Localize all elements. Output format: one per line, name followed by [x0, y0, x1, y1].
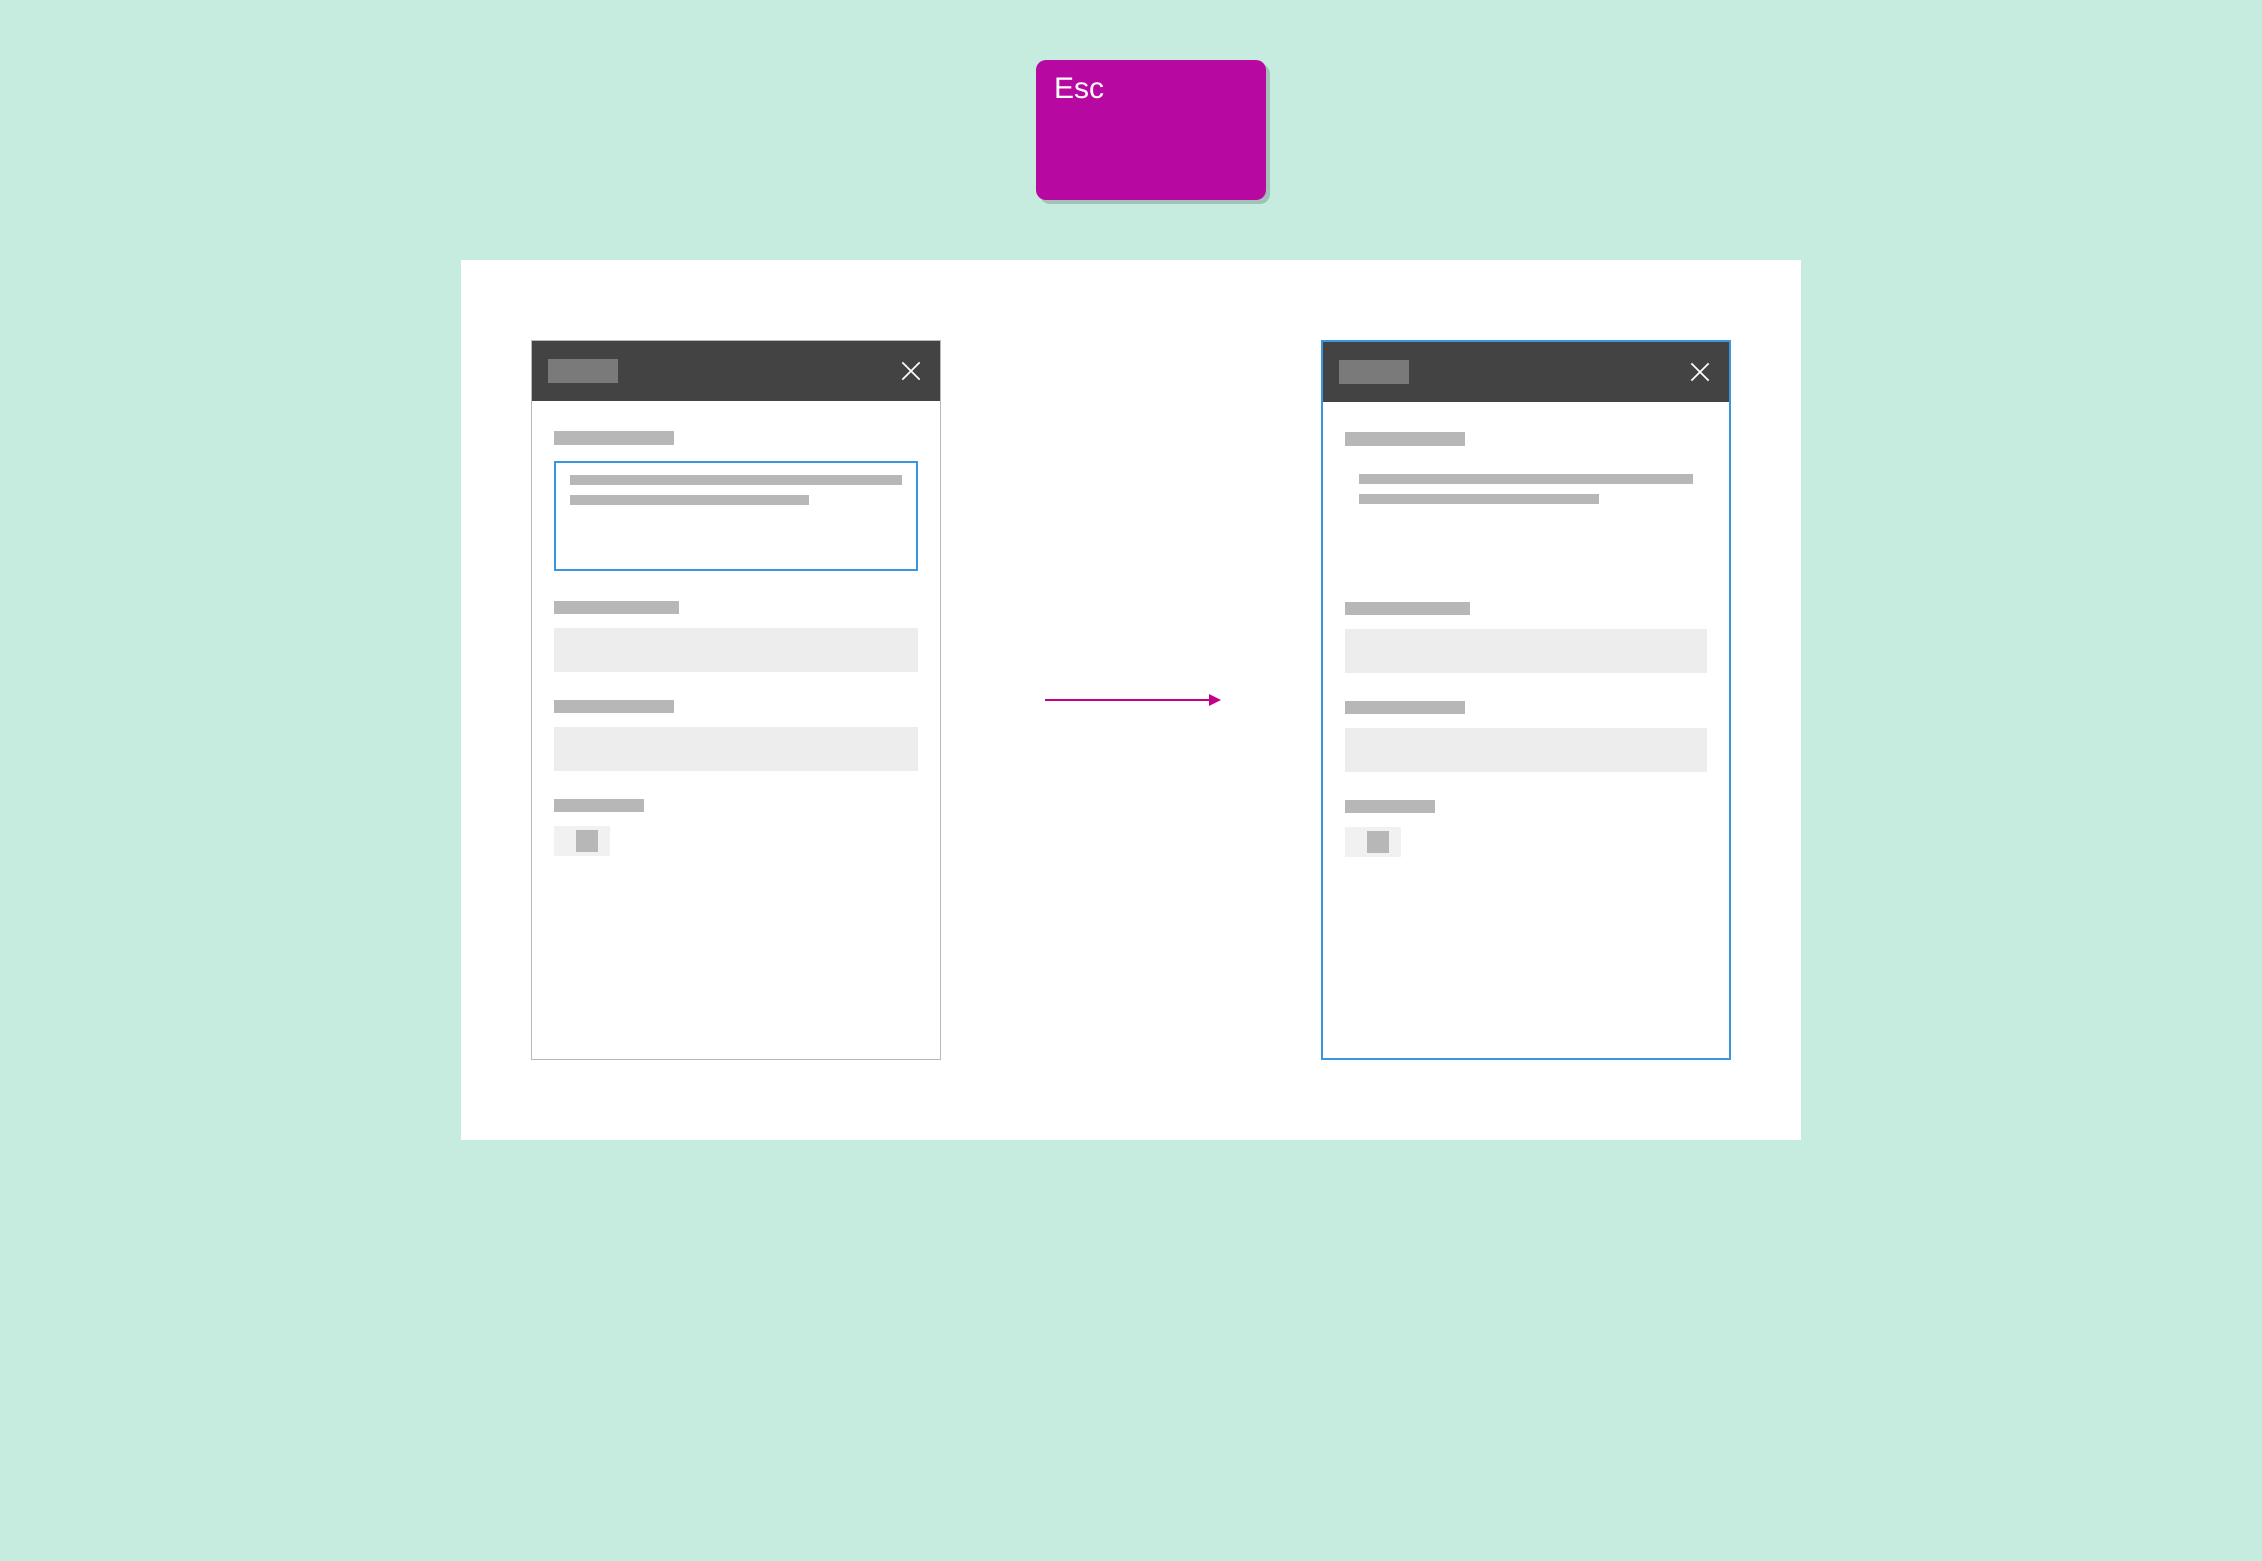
section-3-label-placeholder [554, 700, 674, 713]
text-line-placeholder [1359, 474, 1693, 484]
input-field-placeholder[interactable] [554, 727, 918, 771]
section-1-label-placeholder [1345, 432, 1465, 446]
dialog-after-focused [1321, 340, 1731, 1060]
dialog-title-placeholder [1339, 360, 1409, 384]
text-line-placeholder [1359, 494, 1599, 504]
toggle-knob [1367, 831, 1389, 853]
diagram-stage [461, 260, 1801, 1140]
section-1-label-placeholder [554, 431, 674, 445]
dialog-title-placeholder [548, 359, 618, 383]
text-line-placeholder [570, 475, 902, 485]
esc-key[interactable]: Esc [1036, 60, 1266, 200]
section-4-label-placeholder [1345, 800, 1435, 813]
transition-arrow [1041, 690, 1221, 710]
toggle-switch[interactable] [554, 826, 610, 856]
close-icon[interactable] [1687, 359, 1713, 385]
dialog-header [1323, 342, 1729, 402]
input-field-placeholder[interactable] [554, 628, 918, 672]
arrow-icon [1041, 690, 1221, 710]
toggle-knob [576, 830, 598, 852]
input-field-placeholder[interactable] [1345, 629, 1707, 673]
section-2-label-placeholder [1345, 602, 1470, 615]
dialog-before [531, 340, 941, 1060]
dialog-header [532, 341, 940, 401]
text-line-placeholder [570, 495, 809, 505]
textarea-field[interactable] [1345, 462, 1707, 572]
toggle-switch[interactable] [1345, 827, 1401, 857]
section-2-label-placeholder [554, 601, 679, 614]
dialog-body [532, 401, 940, 1059]
section-4-label-placeholder [554, 799, 644, 812]
section-3-label-placeholder [1345, 701, 1465, 714]
esc-key-label: Esc [1054, 72, 1104, 105]
textarea-field-focused[interactable] [554, 461, 918, 571]
dialog-body [1323, 402, 1729, 1058]
input-field-placeholder[interactable] [1345, 728, 1707, 772]
close-icon[interactable] [898, 358, 924, 384]
